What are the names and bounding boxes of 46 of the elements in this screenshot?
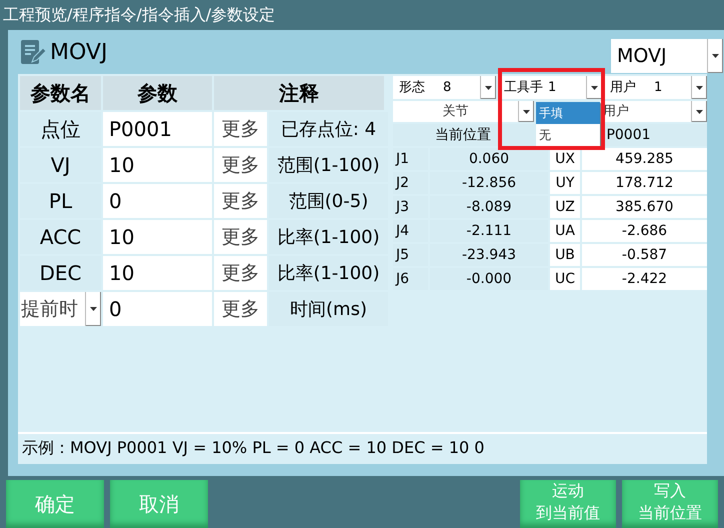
axis-label: UB	[550, 244, 580, 266]
caret-icon	[696, 86, 703, 90]
edit-document-icon	[20, 39, 46, 65]
menu-option[interactable]: 无	[536, 124, 600, 146]
caret-icon	[523, 110, 530, 114]
axis-value: 178.712	[582, 172, 707, 194]
caret-icon	[90, 307, 97, 311]
param-value-field[interactable]: 0	[103, 292, 212, 326]
setting-select[interactable]: 用户 1	[604, 76, 707, 99]
column-header: 参数名	[20, 76, 101, 110]
frame-select[interactable]: 用户	[600, 101, 707, 122]
command-title: MOVJ	[50, 38, 108, 66]
param-select[interactable]: 提前时	[20, 292, 101, 326]
more-button[interactable]: 更多	[214, 148, 267, 182]
axis-value: 385.670	[582, 196, 707, 218]
param-value-field[interactable]: 10	[103, 220, 212, 254]
window-title: 工程预览/程序指令/指令插入/参数设定	[3, 4, 276, 26]
caret-icon	[485, 86, 492, 90]
param-value-field[interactable]: 0	[103, 184, 212, 218]
more-button[interactable]: 更多	[214, 112, 267, 146]
axis-label: UC	[550, 268, 580, 290]
menu-option[interactable]: 手填	[536, 102, 600, 124]
axis-value: -0.587	[582, 244, 707, 266]
axis-value: 459.285	[582, 148, 707, 170]
more-button[interactable]: 更多	[214, 256, 267, 290]
frame-select[interactable]: 关节	[393, 101, 534, 122]
param-value-field[interactable]: P0001	[103, 112, 212, 146]
axis-value: -2.422	[582, 268, 707, 290]
param-value-field[interactable]: 10	[103, 148, 212, 182]
example-text: 示例：MOVJ P0001 VJ = 10% PL = 0 ACC = 10 DEC = 10 0	[18, 432, 707, 462]
axis-label: UX	[550, 148, 580, 170]
axis-label: UA	[550, 220, 580, 242]
command-select[interactable]: MOVJ	[611, 39, 723, 73]
axis-label: UY	[550, 172, 580, 194]
caret-icon	[712, 54, 719, 58]
caret-icon	[696, 110, 703, 114]
more-button[interactable]: 更多	[214, 184, 267, 218]
more-button[interactable]: 更多	[214, 220, 267, 254]
axis-value: -2.686	[582, 220, 707, 242]
more-button[interactable]: 更多	[214, 292, 267, 326]
axis-label: UZ	[550, 196, 580, 218]
setting-select[interactable]: 形态 8	[393, 76, 496, 99]
column-header: 注释	[214, 76, 384, 110]
column-header: 参数	[103, 76, 212, 110]
param-value-field[interactable]: 10	[103, 256, 212, 290]
caret-icon	[591, 86, 598, 90]
